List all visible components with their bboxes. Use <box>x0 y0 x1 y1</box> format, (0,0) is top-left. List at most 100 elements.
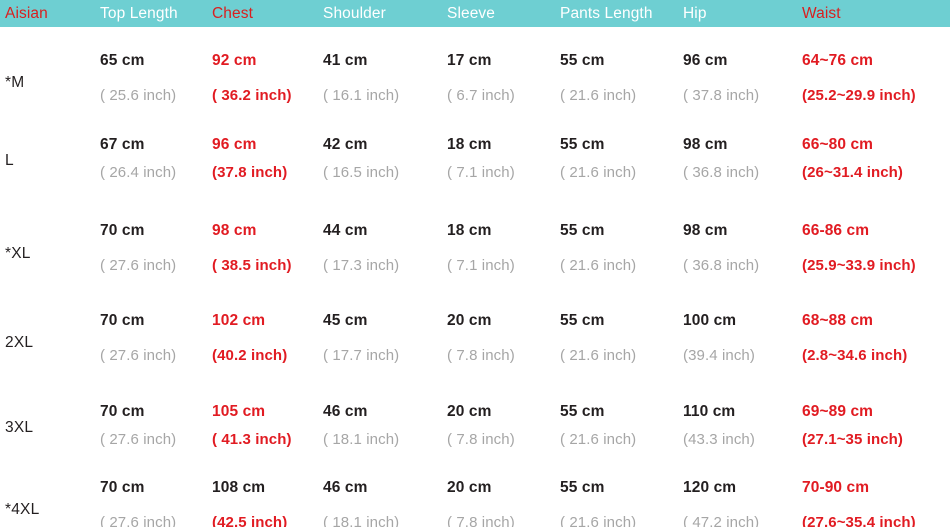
value-cm: 64~76 cm <box>802 52 874 69</box>
value-inch: ( 7.1 inch) <box>447 164 515 181</box>
value-inch: (2.8~34.6 inch) <box>802 347 908 364</box>
value-cm: 44 cm <box>323 222 368 239</box>
value-inch: ( 18.1 inch) <box>323 431 400 448</box>
value-cm: 20 cm <box>447 479 492 496</box>
value-inch: (40.2 inch) <box>212 347 288 364</box>
value-cm: 110 cm <box>683 403 736 420</box>
value-inch: ( 36.8 inch) <box>683 257 760 274</box>
value-inch: ( 47.2 inch) <box>683 514 760 527</box>
size-label: L <box>5 152 14 169</box>
value-cm: 17 cm <box>447 52 492 69</box>
value-inch: ( 7.1 inch) <box>447 257 515 274</box>
value-cm: 66~80 cm <box>802 136 874 153</box>
value-inch: (25.2~29.9 inch) <box>802 87 916 104</box>
value-inch: ( 27.6 inch) <box>100 257 177 274</box>
value-inch: ( 18.1 inch) <box>323 514 400 527</box>
size-label: *M <box>5 74 25 91</box>
value-inch: ( 27.6 inch) <box>100 431 177 448</box>
value-cm: 41 cm <box>323 52 368 69</box>
value-inch: ( 25.6 inch) <box>100 87 177 104</box>
value-cm: 55 cm <box>560 222 605 239</box>
value-inch: ( 27.6 inch) <box>100 514 177 527</box>
value-cm: 98 cm <box>683 222 728 239</box>
value-cm: 92 cm <box>212 52 257 69</box>
value-inch: ( 36.8 inch) <box>683 164 760 181</box>
value-cm: 69~89 cm <box>802 403 874 420</box>
value-cm: 42 cm <box>323 136 368 153</box>
value-inch: ( 21.6 inch) <box>560 431 637 448</box>
value-inch: ( 36.2 inch) <box>212 87 292 104</box>
value-cm: 55 cm <box>560 136 605 153</box>
value-inch: ( 7.8 inch) <box>447 514 515 527</box>
value-inch: ( 7.8 inch) <box>447 347 515 364</box>
value-cm: 20 cm <box>447 403 492 420</box>
column-header-sleeve: Sleeve <box>447 5 495 22</box>
value-inch: ( 21.6 inch) <box>560 514 637 527</box>
value-inch: ( 41.3 inch) <box>212 431 292 448</box>
value-cm: 55 cm <box>560 52 605 69</box>
value-cm: 45 cm <box>323 312 368 329</box>
value-inch: ( 17.7 inch) <box>323 347 400 364</box>
size-label: *XL <box>5 245 31 262</box>
value-inch: ( 16.1 inch) <box>323 87 400 104</box>
value-cm: 100 cm <box>683 312 737 329</box>
value-inch: ( 21.6 inch) <box>560 87 637 104</box>
value-inch: ( 21.6 inch) <box>560 257 637 274</box>
value-inch: ( 21.6 inch) <box>560 347 637 364</box>
value-inch: (42.5 inch) <box>212 514 288 527</box>
value-cm: 70 cm <box>100 312 145 329</box>
table-header-row: Aisian Top Length Chest Shoulder Sleeve Pants… <box>0 0 950 27</box>
value-inch: ( 37.8 inch) <box>683 87 760 104</box>
value-cm: 70-90 cm <box>802 479 870 496</box>
value-cm: 55 cm <box>560 403 605 420</box>
value-cm: 70 cm <box>100 222 145 239</box>
value-cm: 102 cm <box>212 312 266 329</box>
value-cm: 46 cm <box>323 403 368 420</box>
size-chart: Aisian Top Length Chest Shoulder Sleeve Pants… <box>0 0 950 527</box>
value-inch: ( 7.8 inch) <box>447 431 515 448</box>
value-inch: (25.9~33.9 inch) <box>802 257 916 274</box>
column-header-aisian: Aisian <box>5 5 48 22</box>
column-header-pants-length: Pants Length <box>560 5 653 22</box>
value-cm: 55 cm <box>560 479 605 496</box>
column-header-top-length: Top Length <box>100 5 178 22</box>
column-header-shoulder: Shoulder <box>323 5 386 22</box>
value-cm: 20 cm <box>447 312 492 329</box>
value-inch: (39.4 inch) <box>683 347 755 364</box>
value-cm: 67 cm <box>100 136 145 153</box>
value-cm: 98 cm <box>212 222 257 239</box>
value-cm: 46 cm <box>323 479 368 496</box>
value-inch: ( 17.3 inch) <box>323 257 400 274</box>
value-cm: 66-86 cm <box>802 222 870 239</box>
value-cm: 65 cm <box>100 52 145 69</box>
value-inch: ( 16.5 inch) <box>323 164 400 181</box>
value-inch: (27.6~35.4 inch) <box>802 514 916 527</box>
value-cm: 18 cm <box>447 222 492 239</box>
column-header-waist: Waist <box>802 5 841 22</box>
value-inch: ( 38.5 inch) <box>212 257 292 274</box>
value-inch: ( 27.6 inch) <box>100 347 177 364</box>
value-cm: 108 cm <box>212 479 266 496</box>
value-cm: 96 cm <box>212 136 257 153</box>
value-inch: (43.3 inch) <box>683 431 755 448</box>
column-header-hip: Hip <box>683 5 707 22</box>
size-label: *4XL <box>5 501 40 518</box>
value-inch: (27.1~35 inch) <box>802 431 904 448</box>
value-cm: 98 cm <box>683 136 728 153</box>
value-cm: 96 cm <box>683 52 728 69</box>
value-cm: 105 cm <box>212 403 266 420</box>
value-cm: 55 cm <box>560 312 605 329</box>
value-inch: ( 21.6 inch) <box>560 164 637 181</box>
value-inch: ( 6.7 inch) <box>447 87 515 104</box>
table-body: *M 65 cm ( 25.6 inch) 92 cm ( 36.2 inch) 41 c… <box>0 27 950 527</box>
value-cm: 68~88 cm <box>802 312 874 329</box>
size-label: 2XL <box>5 334 34 351</box>
value-cm: 18 cm <box>447 136 492 153</box>
value-cm: 70 cm <box>100 479 145 496</box>
value-inch: (26~31.4 inch) <box>802 164 904 181</box>
value-inch: (37.8 inch) <box>212 164 288 181</box>
value-cm: 120 cm <box>683 479 737 496</box>
size-label: 3XL <box>5 419 34 436</box>
value-cm: 70 cm <box>100 403 145 420</box>
value-inch: ( 26.4 inch) <box>100 164 177 181</box>
